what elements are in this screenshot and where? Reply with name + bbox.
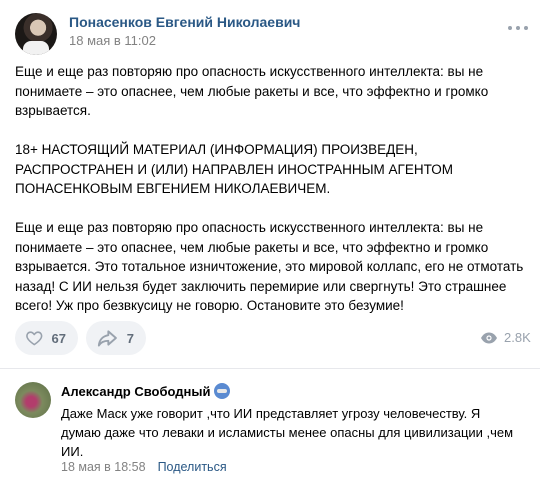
share-button[interactable]: 7 [86,321,146,355]
comment-date[interactable]: 18 мая в 18:58 [61,460,146,474]
like-count: 67 [51,330,66,346]
comment-author-name[interactable]: Александр Свободный [61,384,210,399]
divider [0,368,540,369]
eye-icon [481,332,497,343]
post-header: Понасенков Евгений Николаевич 18 мая в 1… [0,0,540,60]
comment-share-link[interactable]: Поделиться [158,460,227,474]
more-dots-icon[interactable] [508,23,528,33]
post-date[interactable]: 18 мая в 11:02 [69,33,156,48]
post-paragraph: 18+ НАСТОЯЩИЙ МАТЕРИАЛ (ИНФОРМАЦИЯ) ПРОИ… [15,142,453,196]
comment-text: Даже Маск уже говорит ,что ИИ представля… [61,406,514,459]
share-arrow-icon [97,330,117,347]
comment-meta: 18 мая в 18:58 Поделиться [61,460,227,474]
post-paragraph: Еще и еще раз повторяю про опасность иск… [15,64,489,118]
like-button[interactable]: 67 [15,321,78,355]
share-count: 7 [126,330,134,346]
comment-avatar[interactable] [15,382,51,418]
post-text: Еще и еще раз повторяю про опасность иск… [15,62,525,316]
views-counter: 2.8K [480,330,531,345]
post-paragraph: Еще и еще раз повторяю про опасность иск… [15,220,524,313]
comment-author: Александр Свободный [61,383,231,399]
views-count: 2.8K [504,330,531,345]
heart-icon [26,331,43,346]
post-actions: 67 7 2.8K [0,321,540,355]
author-avatar[interactable] [15,13,57,55]
profile-badge-icon [214,383,231,399]
post-author-name[interactable]: Понасенков Евгений Николаевич [69,14,300,30]
